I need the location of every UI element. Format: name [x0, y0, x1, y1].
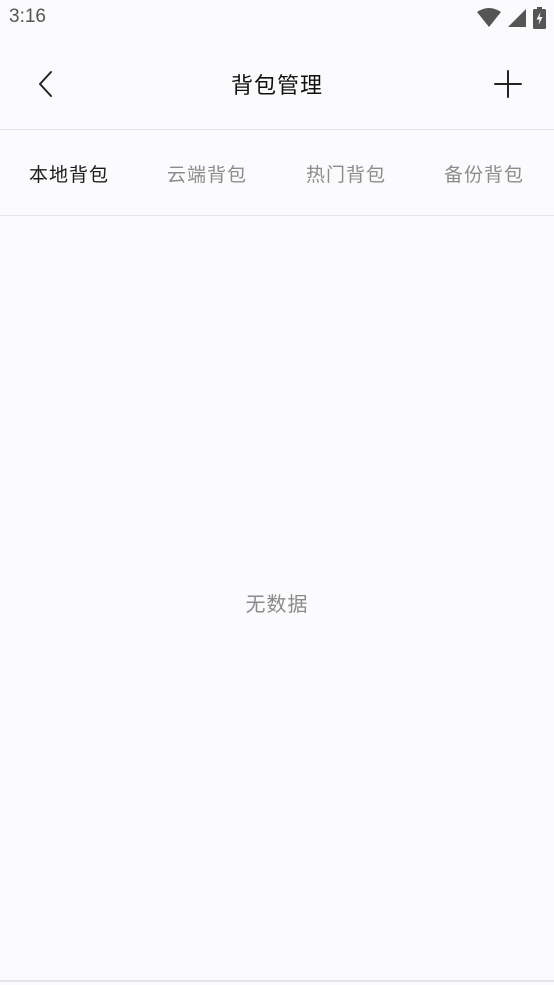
status-bar: 3:16 [0, 0, 554, 38]
screen: 3:16 背包管理 本地背包 云端背包 热门背包 备份背包 无数据 [0, 0, 554, 985]
tab-popular-backpack[interactable]: 热门背包 [286, 130, 406, 216]
header: 背包管理 [0, 38, 554, 130]
tab-backup-backpack[interactable]: 备份背包 [424, 130, 544, 216]
wifi-icon [477, 8, 501, 28]
content-area: 无数据 [0, 216, 554, 982]
signal-icon [507, 8, 527, 28]
tab-cloud-backpack[interactable]: 云端背包 [147, 130, 267, 216]
empty-state-text: 无数据 [245, 592, 309, 616]
bottom-divider [0, 980, 554, 982]
add-button[interactable] [484, 60, 532, 108]
status-icons [477, 7, 546, 29]
battery-charging-icon [533, 7, 546, 29]
plus-icon [494, 70, 522, 98]
tab-local-backpack[interactable]: 本地背包 [9, 130, 129, 216]
page-title: 背包管理 [230, 74, 323, 99]
status-time: 3:16 [9, 6, 46, 27]
tab-bar: 本地背包 云端背包 热门背包 备份背包 [0, 130, 554, 216]
